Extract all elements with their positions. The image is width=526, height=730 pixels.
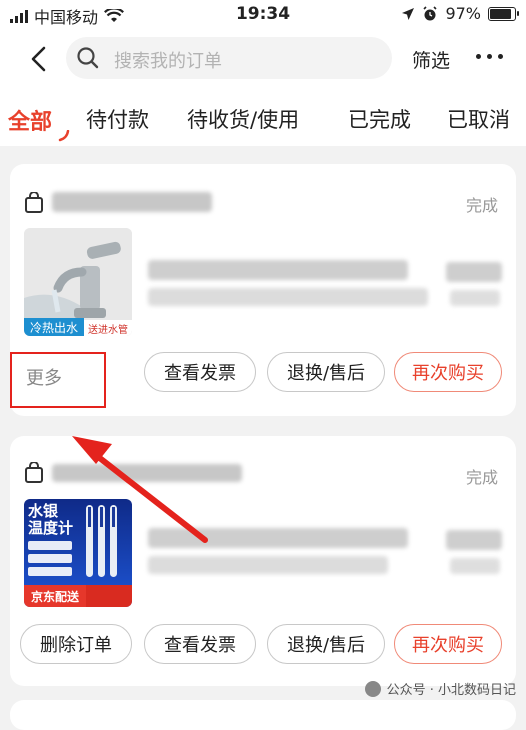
quantity-redacted	[450, 558, 500, 574]
product-title-redacted	[148, 260, 408, 280]
image-tag-inlet-pipe: 送进水管	[84, 320, 132, 336]
order-card[interactable]: 完成 水银 温度计 京东配送 删除订单 查看发票 退换/售后 再次购买	[10, 436, 516, 686]
product-image[interactable]: 水银 温度计 京东配送	[24, 499, 132, 607]
status-right: 97%	[401, 4, 519, 23]
watermark: 公众号 · 小北数码日记	[364, 679, 516, 698]
view-invoice-button[interactable]: 查看发票	[144, 352, 256, 392]
buy-again-button[interactable]: 再次购买	[394, 624, 502, 664]
quantity-redacted	[450, 290, 500, 306]
image-badge-redacted	[86, 585, 132, 607]
product-subtitle-redacted	[148, 288, 428, 306]
buy-again-button[interactable]: 再次购买	[394, 352, 502, 392]
return-after-sales-button[interactable]: 退换/售后	[267, 624, 385, 664]
tab-completed[interactable]: 已完成	[348, 104, 411, 134]
battery-icon	[488, 6, 519, 21]
annotation-highlight-box	[10, 352, 106, 408]
top-bar: 搜索我的订单 筛选	[0, 30, 526, 90]
view-invoice-button[interactable]: 查看发票	[144, 624, 256, 664]
alarm-icon	[423, 5, 438, 20]
shop-name-redacted	[52, 464, 242, 482]
order-tabs: 全部 待付款 待收货/使用 已完成 已取消	[0, 90, 526, 146]
shop-icon	[25, 192, 43, 213]
image-tag-hot-cold: 冷热出水	[24, 318, 84, 336]
order-card[interactable]	[10, 700, 516, 730]
image-delivery-badge: 京东配送	[24, 585, 86, 607]
filter-button[interactable]: 筛选	[412, 46, 450, 73]
watermark-text: 公众号 · 小北数码日记	[386, 683, 516, 698]
order-status: 完成	[465, 468, 498, 487]
active-tab-indicator	[58, 130, 70, 142]
product-image[interactable]: 冷热出水 送进水管	[24, 228, 132, 336]
battery-percent: 97%	[445, 4, 481, 23]
product-title-redacted	[148, 528, 408, 548]
price-redacted	[446, 262, 502, 282]
order-status: 完成	[465, 196, 498, 215]
back-arrow-icon[interactable]	[26, 44, 54, 74]
shop-name-redacted	[52, 192, 212, 212]
tab-all[interactable]: 全部	[8, 104, 52, 136]
tab-pending-payment[interactable]: 待付款	[86, 104, 149, 134]
shop-icon	[25, 462, 43, 483]
tab-cancelled[interactable]: 已取消	[447, 104, 510, 134]
search-input[interactable]: 搜索我的订单	[66, 37, 392, 79]
wechat-icon	[364, 680, 381, 697]
location-arrow-icon	[402, 7, 415, 20]
price-redacted	[446, 530, 502, 550]
product-subtitle-redacted	[148, 556, 388, 574]
return-after-sales-button[interactable]: 退换/售后	[267, 352, 385, 392]
status-bar: 中国移动 19:34 97%	[0, 0, 526, 30]
search-placeholder: 搜索我的订单	[114, 51, 222, 72]
delete-order-button[interactable]: 删除订单	[20, 624, 132, 664]
tab-to-receive[interactable]: 待收货/使用	[187, 104, 299, 134]
search-icon	[77, 47, 99, 69]
more-options-icon[interactable]	[476, 54, 503, 59]
